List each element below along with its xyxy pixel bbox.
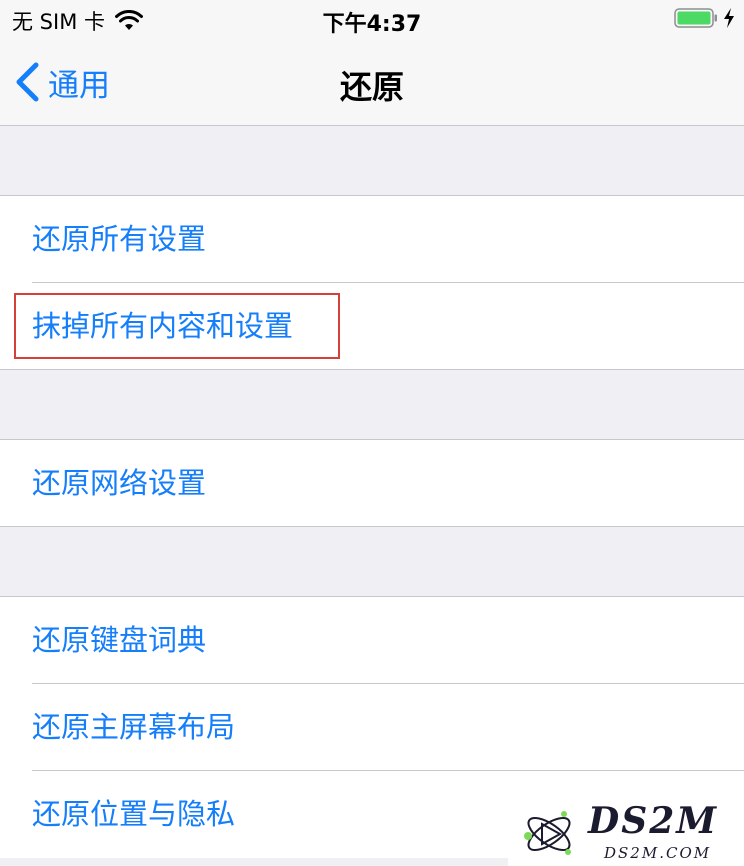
reset-keyboard-dictionary-item[interactable]: 还原键盘词典 xyxy=(0,597,744,684)
highlight-annotation-box xyxy=(14,293,340,359)
reset-group-2: 还原网络设置 xyxy=(0,439,744,527)
list-item-label: 还原键盘词典 xyxy=(32,623,207,657)
reset-home-screen-layout-item[interactable]: 还原主屏幕布局 xyxy=(0,684,744,771)
list-item-label: 还原位置与隐私 xyxy=(32,797,236,831)
battery-charging-icon xyxy=(674,8,717,28)
bolt-icon xyxy=(724,8,734,28)
watermark: DS2M DS2M.COM xyxy=(508,800,744,866)
list-item-label: 还原所有设置 xyxy=(32,222,207,256)
list-item-label: 还原网络设置 xyxy=(32,466,207,500)
status-bar: 无 SIM 卡 下午4:37 xyxy=(0,0,744,40)
watermark-domain: DS2M.COM xyxy=(604,844,712,862)
watermark-logo-icon xyxy=(524,811,571,855)
navigation-bar: 通用 还原 xyxy=(0,40,744,126)
status-time: 下午4:37 xyxy=(322,12,422,37)
reset-all-settings-item[interactable]: 还原所有设置 xyxy=(0,196,744,283)
reset-network-settings-item[interactable]: 还原网络设置 xyxy=(0,440,744,526)
page-title: 还原 xyxy=(339,68,404,106)
watermark-brand: DS2M xyxy=(588,800,719,842)
list-item-label: 还原主屏幕布局 xyxy=(32,710,236,744)
